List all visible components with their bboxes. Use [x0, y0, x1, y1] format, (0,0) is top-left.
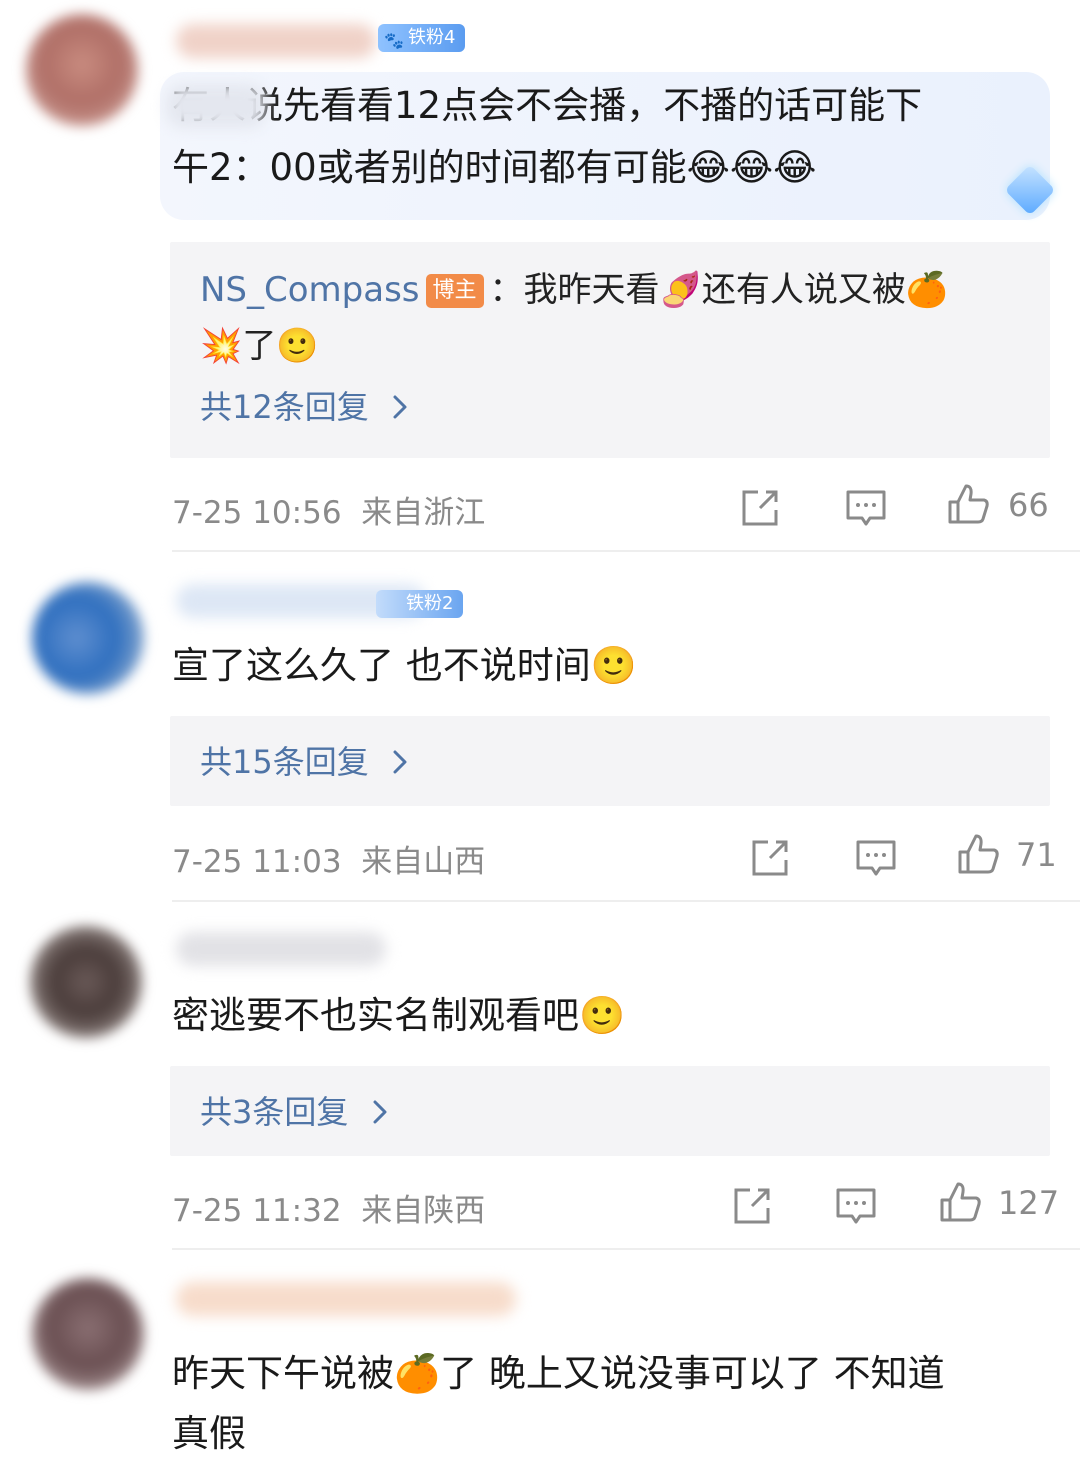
smile-emoji-icon: 🙂 [276, 326, 319, 366]
comment-date: 7-25 11:03 [172, 844, 342, 880]
fan-badge: 🐾 铁粉4 [378, 24, 466, 52]
paw-icon: 🐾 [384, 31, 404, 50]
avatar[interactable] [30, 926, 142, 1038]
reply-count-link[interactable]: 共12条回复 [200, 382, 411, 432]
reply-count-label: 共3条回复 [200, 1093, 349, 1131]
comment-location: 来自山西 [361, 844, 486, 880]
share-icon[interactable] [738, 486, 782, 530]
reply-author-name[interactable]: NS_Compass [200, 270, 420, 310]
comment-icon[interactable] [854, 836, 898, 880]
divider [172, 1248, 1080, 1250]
username-blurred[interactable] [176, 1282, 516, 1316]
fan-badge-label: 铁粉2 [406, 593, 454, 614]
chevron-right-icon [393, 750, 407, 774]
comment-meta: 7-25 11:03 来自山西 [172, 836, 485, 881]
reply-preview-box[interactable]: 共15条回复 [170, 716, 1050, 806]
comment-icon[interactable] [834, 1184, 878, 1228]
reply-count-label: 共12条回复 [200, 388, 369, 426]
divider [172, 900, 1080, 902]
chevron-right-icon [373, 1100, 387, 1124]
share-icon[interactable] [748, 836, 792, 880]
like-count: 127 [998, 1184, 1060, 1222]
thumbs-up-icon[interactable] [938, 1180, 982, 1224]
comment-meta: 7-25 11:32 来自陕西 [172, 1185, 485, 1230]
comment-meta: 7-25 10:56 来自浙江 [172, 487, 485, 532]
smile-emoji-icon: 🙂 [579, 994, 626, 1037]
like-count: 66 [1008, 486, 1049, 524]
reply-text: 还有人说又被 [701, 270, 906, 310]
share-icon[interactable] [730, 1184, 774, 1228]
thumbs-up-icon[interactable] [956, 832, 1000, 876]
orange-emoji-icon: 🍊 [394, 1352, 441, 1395]
comment-text: 密逃要不也实名制观看吧🙂 [172, 986, 625, 1046]
comment-text: 午2：00或者别的时间都有可能😂😂😂 [172, 138, 816, 198]
laughing-emoji-icon: 😂😂😂 [686, 146, 817, 189]
divider [172, 550, 1080, 552]
text-blur [166, 84, 266, 128]
comment-text-line: 午2：00或者别的时间都有可能 [172, 146, 687, 189]
comment-icon[interactable] [844, 486, 888, 530]
avatar[interactable] [26, 14, 138, 126]
orange-emoji-icon: 🍊 [905, 270, 949, 310]
avatar[interactable] [32, 582, 144, 694]
comment-text-line: 了 晚上又说没事可以了 不知道 [440, 1352, 945, 1395]
comment-date: 7-25 11:32 [172, 1193, 342, 1229]
comment-text-line: 有人说先看看12点会不会播，不播的话可能下 [172, 84, 923, 127]
reply-text: ：我昨天看 [489, 270, 660, 310]
smile-emoji-icon: 🙂 [590, 644, 637, 687]
author-badge: 博主 [425, 274, 484, 308]
reply-count-label: 共15条回复 [200, 743, 369, 781]
comment-text: 有人说先看看12点会不会播，不播的话可能下 [172, 76, 922, 136]
reply-preview-box[interactable]: 共3条回复 [170, 1066, 1050, 1156]
chevron-right-icon [393, 395, 407, 419]
comment-text: 真假 [172, 1404, 246, 1464]
username-blurred[interactable] [176, 24, 376, 58]
explosion-emoji-icon: 💥 [200, 326, 243, 366]
comment-text: 昨天下午说被🍊了 晚上又说没事可以了 不知道 [172, 1344, 945, 1404]
comment-text: 宣了这么久了 也不说时间🙂 [172, 636, 637, 696]
fan-badge: 铁粉2 [376, 590, 464, 618]
reply-preview-line: 💥了🙂 [200, 320, 319, 372]
fan-badge-label: 铁粉4 [408, 27, 456, 48]
reply-preview-line: NS_Compass 博主 ：我昨天看🍠还有人说又被🍊 [200, 264, 948, 316]
comment-text-line: 昨天下午说被 [172, 1352, 394, 1395]
comment-location: 来自陕西 [361, 1193, 486, 1229]
sweet-potato-emoji-icon: 🍠 [659, 270, 702, 310]
thumbs-up-icon[interactable] [946, 482, 990, 526]
comment-text-line: 真假 [172, 1412, 246, 1455]
reply-text: 了 [242, 326, 277, 366]
reply-count-link[interactable]: 共3条回复 [200, 1087, 391, 1137]
reply-count-link[interactable]: 共15条回复 [200, 737, 411, 787]
like-count: 71 [1016, 836, 1057, 874]
avatar[interactable] [32, 1278, 144, 1390]
comment-date: 7-25 10:56 [172, 495, 342, 531]
reply-preview-box[interactable]: NS_Compass 博主 ：我昨天看🍠还有人说又被🍊 💥了🙂 共12条回复 [170, 242, 1050, 458]
comment-location: 来自浙江 [361, 495, 486, 531]
comment-text-line: 密逃要不也实名制观看吧 [172, 994, 579, 1037]
username-blurred[interactable] [176, 932, 386, 966]
comment-text-line: 宣了这么久了 也不说时间 [172, 644, 591, 687]
